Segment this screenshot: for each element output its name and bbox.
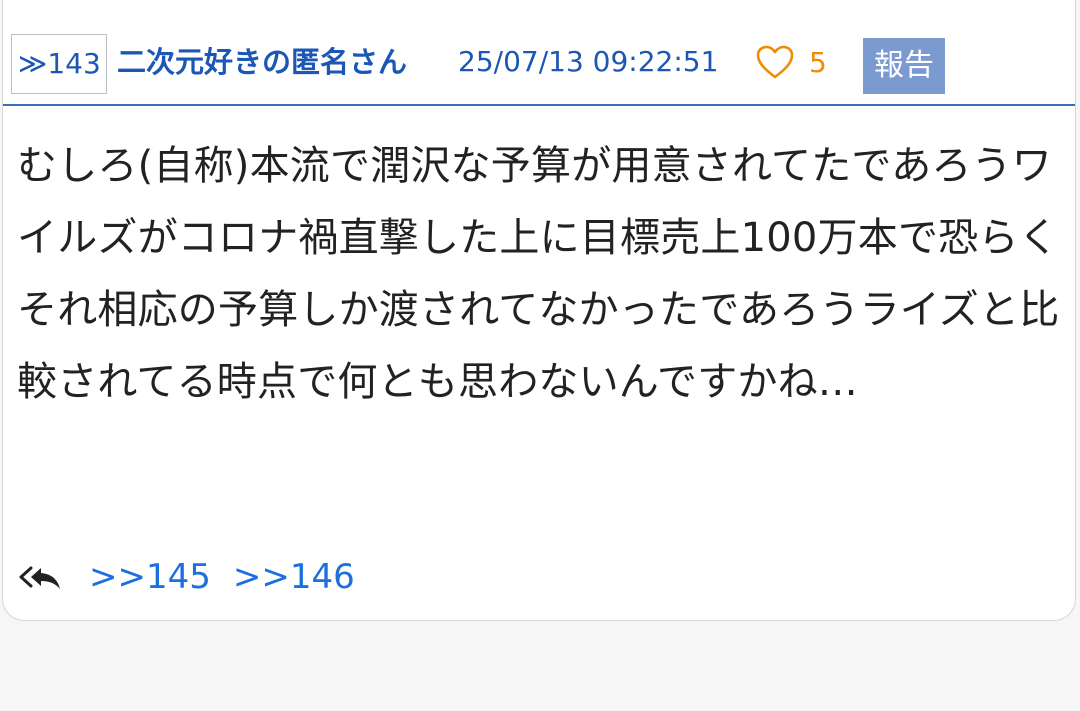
post-card: ≫143 二次元好きの匿名さん 25/07/13 09:22:51 5 報告 む… xyxy=(2,0,1076,621)
like-count: 5 xyxy=(809,45,827,79)
post-number-label: ≫143 xyxy=(18,47,101,80)
reply-all-icon[interactable] xyxy=(17,562,65,592)
reply-link-146[interactable]: >>146 xyxy=(233,557,355,597)
post-body: むしろ(自称)本流で潤沢な予算が用意されてたであろうワイルズがコロナ禍直撃した上… xyxy=(17,143,1060,405)
post-footer: >>145 >>146 xyxy=(17,552,355,602)
post-header: ≫143 二次元好きの匿名さん 25/07/13 09:22:51 5 報告 xyxy=(3,0,1075,106)
author-name: 二次元好きの匿名さん xyxy=(117,45,408,79)
heart-outline-icon xyxy=(756,45,794,79)
post-number-link[interactable]: ≫143 xyxy=(11,34,107,94)
post-datetime: 25/07/13 09:22:51 xyxy=(458,45,719,78)
reply-link-145[interactable]: >>145 xyxy=(89,557,211,597)
like-button[interactable]: 5 xyxy=(755,40,827,84)
report-button[interactable]: 報告 xyxy=(863,38,945,94)
